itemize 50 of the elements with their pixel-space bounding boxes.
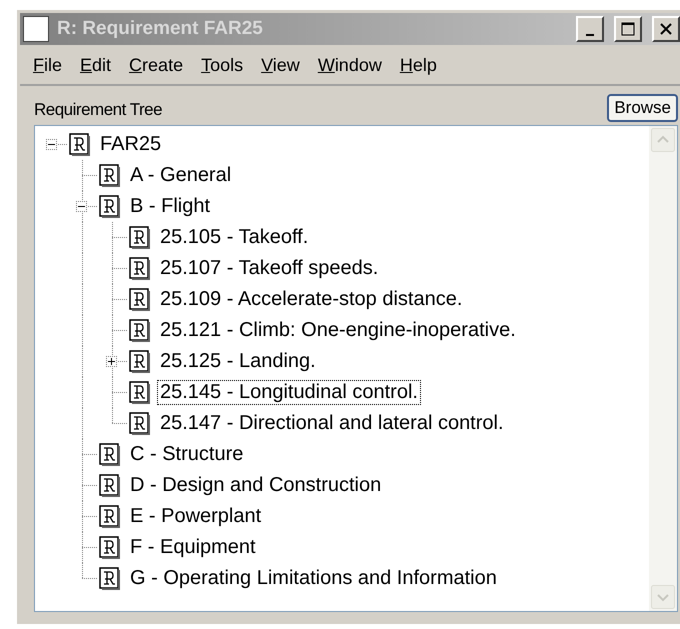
requirement-icon (129, 288, 151, 312)
tree-item[interactable]: A - General (127, 163, 234, 188)
requirement-icon (99, 164, 121, 188)
menu-item[interactable]: Edit (71, 53, 120, 78)
minimize-button[interactable] (576, 16, 604, 42)
tree-item[interactable]: 25.109 - Accelerate-stop distance. (157, 287, 466, 312)
requirement-icon (99, 536, 121, 560)
tree-item[interactable]: F - Equipment (127, 535, 259, 560)
expand-icon[interactable] (106, 356, 117, 367)
requirement-icon (99, 566, 121, 590)
tree-item[interactable]: 25.107 - Takeoff speeds. (157, 256, 382, 281)
menu-item[interactable]: Window (308, 53, 391, 78)
tree-item[interactable]: FAR25 (97, 132, 164, 157)
requirement-icon (99, 442, 121, 466)
minimize-icon (586, 34, 594, 36)
tree-item[interactable]: E - Powerplant (127, 504, 264, 529)
tree-item[interactable]: 25.145 - Longitudinal control. (157, 380, 421, 405)
requirement-icon (129, 318, 151, 342)
requirement-icon (69, 132, 91, 156)
menu-item[interactable]: Tools (192, 53, 252, 78)
requirement-icon (99, 504, 121, 528)
menu-item[interactable]: File (24, 53, 72, 78)
menu-item[interactable]: View (252, 53, 309, 78)
requirement-icon (99, 474, 121, 498)
tree-item[interactable]: 25.121 - Climb: One-engine-inoperative. (157, 318, 519, 343)
browse-button[interactable]: Browse (607, 94, 678, 122)
tree-item[interactable]: D - Design and Construction (127, 473, 384, 498)
app-icon (23, 16, 49, 42)
requirement-icon (129, 380, 151, 404)
requirement-icon (129, 226, 151, 250)
requirement-icon (129, 350, 151, 374)
requirement-icon (129, 412, 151, 436)
close-button[interactable] (652, 16, 680, 42)
maximize-icon (621, 22, 635, 36)
tree-item[interactable]: 25.125 - Landing. (157, 349, 319, 374)
tree-item[interactable]: G - Operating Limitations and Information (127, 566, 500, 591)
collapse-icon[interactable] (46, 139, 57, 150)
close-icon (659, 22, 673, 36)
menu-item[interactable]: Create (120, 53, 192, 78)
requirement-icon (129, 256, 151, 280)
menu-item[interactable]: Help (390, 53, 446, 78)
maximize-button[interactable] (614, 16, 642, 42)
window-title: R: Requirement FAR25 (57, 18, 264, 40)
tree-item[interactable]: B - Flight (127, 194, 214, 219)
panel-label: Requirement Tree (34, 100, 162, 121)
tree-item[interactable]: 25.147 - Directional and lateral control. (157, 411, 507, 436)
collapse-icon[interactable] (76, 201, 87, 212)
tree-item[interactable]: 25.105 - Takeoff. (157, 225, 312, 250)
requirement-icon (99, 194, 121, 218)
tree-item[interactable]: C - Structure (127, 442, 246, 467)
